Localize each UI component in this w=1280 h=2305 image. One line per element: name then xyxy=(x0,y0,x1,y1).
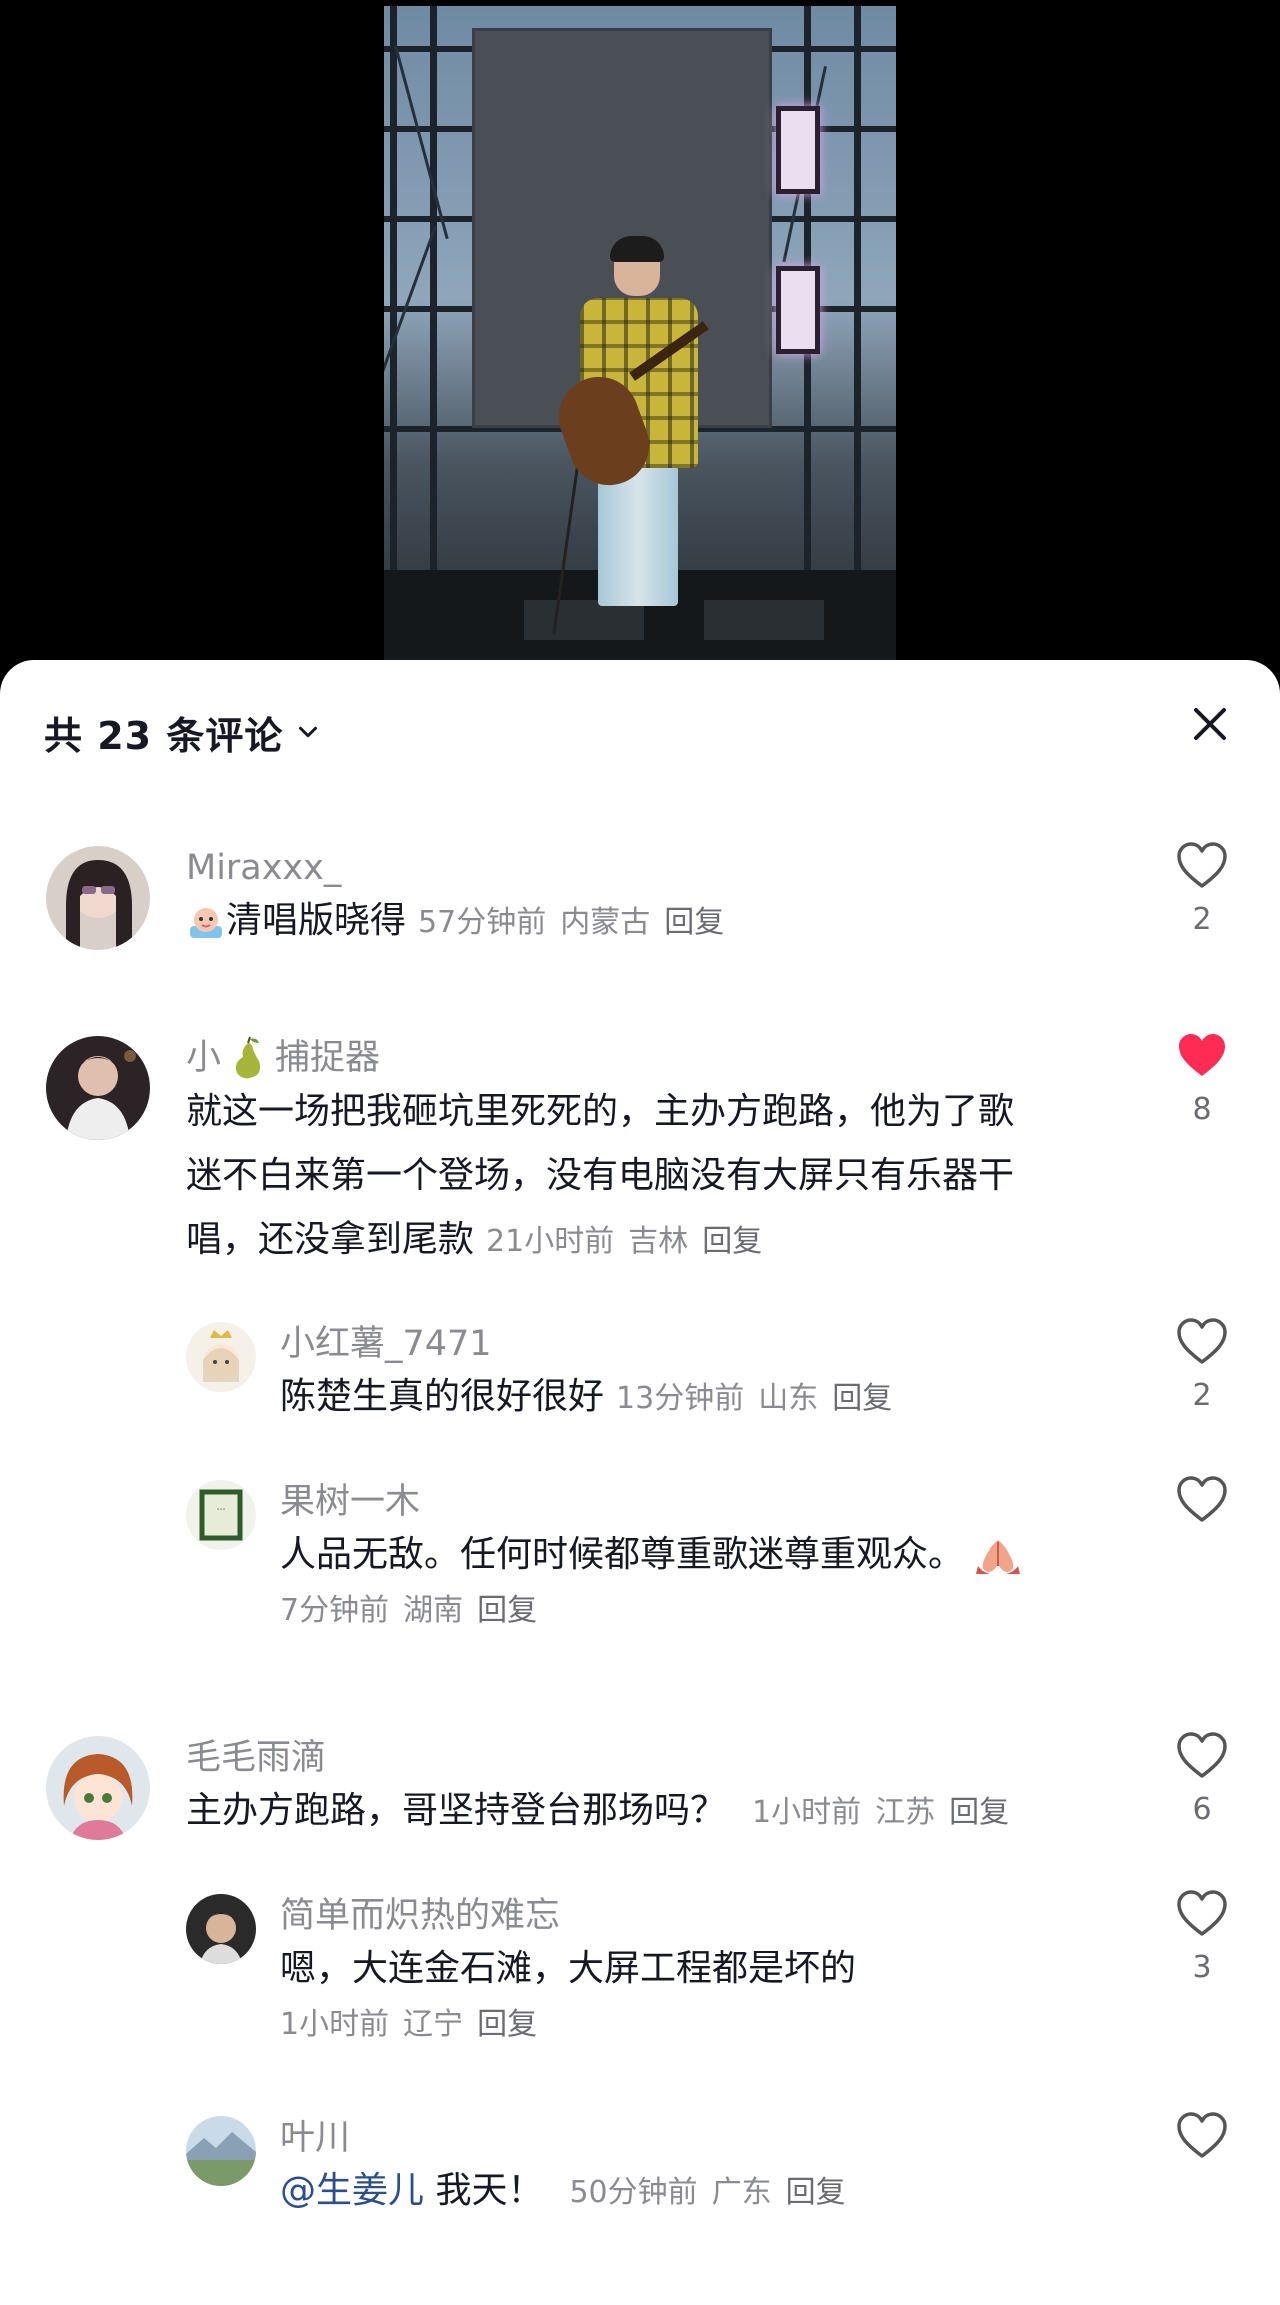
heart-icon[interactable] xyxy=(1176,1890,1228,1938)
performer xyxy=(547,236,724,636)
like-button[interactable]: 6 xyxy=(1172,1732,1232,1827)
heart-icon[interactable] xyxy=(1176,1732,1228,1780)
like-button[interactable]: 3 xyxy=(1172,1890,1232,1985)
comment-count-title: 共 23 条评论 xyxy=(44,713,284,758)
avatar[interactable] xyxy=(186,1894,256,1964)
avatar[interactable] xyxy=(46,846,150,950)
reply-button[interactable]: 回复 xyxy=(786,2175,846,2210)
comment-text: 人品无敌。任何时候都尊重歌迷尊重观众。 xyxy=(280,1524,1130,1586)
close-icon[interactable] xyxy=(1186,700,1234,748)
heart-icon[interactable] xyxy=(1176,1318,1228,1366)
comment-location: 江苏 xyxy=(875,1795,936,1830)
comment-time: 50分钟前 xyxy=(569,2175,698,2210)
username[interactable]: 毛毛雨滴 xyxy=(186,1736,1126,1780)
heart-icon[interactable] xyxy=(1176,1476,1228,1524)
reply-button[interactable]: 回复 xyxy=(832,1381,892,1416)
comment-count-header[interactable]: 共 23 条评论 xyxy=(44,704,323,760)
like-button[interactable] xyxy=(1172,1476,1232,1536)
pear-emoji-icon xyxy=(235,1036,261,1079)
comment-text: 清唱版晓得 57分钟前 内蒙古 回复 xyxy=(186,890,1126,954)
mention-link[interactable]: @生姜儿 xyxy=(280,2170,424,2211)
avatar[interactable] xyxy=(46,1736,150,1840)
username[interactable]: 果树一木 xyxy=(280,1480,1130,1524)
heart-icon[interactable] xyxy=(1176,842,1228,890)
like-count: 8 xyxy=(1192,1092,1212,1127)
pray-hands-icon xyxy=(976,1540,1021,1574)
comment-time: 7分钟前 xyxy=(280,1593,390,1628)
avatar[interactable] xyxy=(186,1322,256,1392)
comment-text: 就这一场把我砸坑里死死的，主办方跑路，他为了歌 迷不白来第一个登场，没有电脑没有… xyxy=(186,1091,1015,1260)
comment-location: 广东 xyxy=(711,2175,772,2210)
username[interactable]: 叶川 xyxy=(280,2116,1130,2160)
comment-time: 21小时前 xyxy=(486,1224,615,1259)
comment-time: 1小时前 xyxy=(752,1795,862,1830)
reply-button[interactable]: 回复 xyxy=(949,1795,1009,1830)
like-count: 3 xyxy=(1192,1950,1212,1985)
chevron-down-icon[interactable] xyxy=(293,717,323,747)
comment-sheet: 共 23 条评论 Miraxxx_ 清唱版晓得 57分钟前 内蒙古 回复 2 小 捕捉 xyxy=(0,660,1280,2305)
reply-button[interactable]: 回复 xyxy=(702,1224,762,1259)
reply-button[interactable]: 回复 xyxy=(477,1593,537,1628)
comment-text: 陈楚生真的很好很好 13分钟前 山东 回复 xyxy=(280,1376,893,1417)
comment-location: 吉林 xyxy=(628,1224,689,1259)
like-button[interactable]: 2 xyxy=(1172,842,1232,937)
like-count: 6 xyxy=(1192,1792,1212,1827)
comment-location: 辽宁 xyxy=(403,2007,464,2042)
baby-emoji-icon xyxy=(190,908,222,938)
avatar[interactable] xyxy=(46,1036,150,1140)
avatar[interactable]: ⋯ xyxy=(186,1480,256,1550)
like-count: 2 xyxy=(1192,1378,1212,1413)
video-player[interactable] xyxy=(0,0,1280,670)
username[interactable]: 小红薯_7471 xyxy=(280,1322,1130,1366)
comment-location: 内蒙古 xyxy=(560,905,651,940)
like-button[interactable] xyxy=(1172,2112,1232,2172)
like-button[interactable]: 2 xyxy=(1172,1318,1232,1413)
comment-time: 13分钟前 xyxy=(616,1381,745,1416)
username[interactable]: Miraxxx_ xyxy=(186,846,1126,890)
comment-location: 山东 xyxy=(758,1381,819,1416)
reply-button[interactable]: 回复 xyxy=(664,905,724,940)
heart-icon[interactable] xyxy=(1176,2112,1228,2160)
like-count: 2 xyxy=(1192,902,1212,937)
heart-filled-icon[interactable] xyxy=(1176,1032,1228,1080)
comment-text: 主办方跑路，哥坚持登台那场吗？ 1小时前 江苏 回复 xyxy=(186,1790,1010,1831)
comment-location: 湖南 xyxy=(403,1593,464,1628)
avatar[interactable] xyxy=(186,2116,256,2186)
comment-text: @生姜儿 我天！ 50分钟前 广东 回复 xyxy=(280,2170,846,2211)
like-button[interactable]: 8 xyxy=(1172,1032,1232,1127)
svg-text:⋯: ⋯ xyxy=(217,1505,226,1515)
comment-time: 1小时前 xyxy=(280,2007,390,2042)
video-frame[interactable] xyxy=(384,6,896,660)
comment-text: 嗯，大连金石滩，大屏工程都是坏的 xyxy=(280,1948,857,1989)
username[interactable]: 简单而炽热的难忘 xyxy=(280,1894,1130,1938)
reply-button[interactable]: 回复 xyxy=(477,2007,537,2042)
comment-time: 57分钟前 xyxy=(418,905,547,940)
username[interactable]: 小 捕捉器 xyxy=(186,1036,1126,1080)
